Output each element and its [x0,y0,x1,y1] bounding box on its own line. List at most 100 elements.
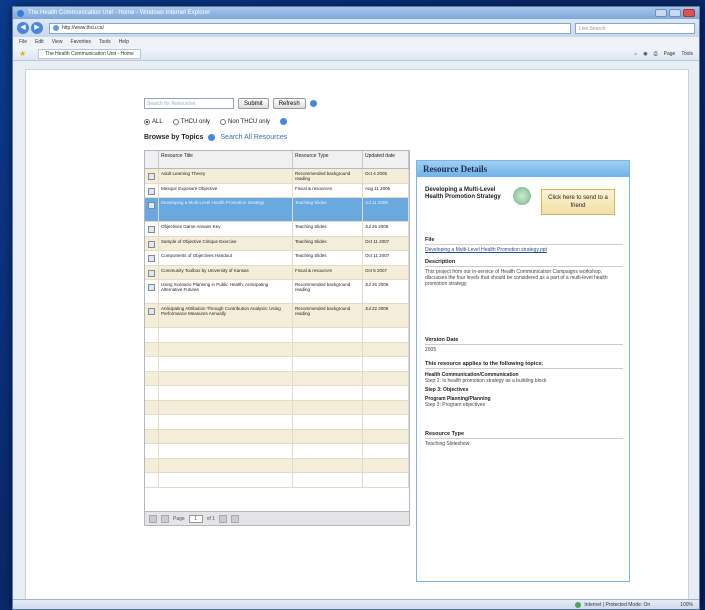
zoom-level[interactable]: 100% [680,602,693,608]
empty-cell [363,415,409,429]
column-header-type[interactable]: Resource Type [293,151,363,168]
live-search-input[interactable]: Live Search [575,22,695,34]
column-header-title[interactable]: Resource Title [159,151,293,168]
row-type: Teaching Slides [293,198,363,221]
empty-cell [293,444,363,458]
page-number-input[interactable]: 1 [188,514,203,523]
grid-header: Resource Title Resource Type Updated dat… [145,151,409,169]
row-title: Adult Learning Theory [159,169,293,183]
page-label: Page [173,515,185,522]
document-icon [148,173,155,180]
empty-cell [293,328,363,342]
browse-topics-link[interactable]: Browse by Topics [144,134,203,141]
version-value: 2005 [425,347,437,353]
radio-non-thcu[interactable]: Non THCU only [220,118,270,125]
page-menu-button[interactable]: Page [664,51,676,57]
menu-file[interactable]: File [19,39,27,45]
feeds-icon[interactable]: ◉ [643,51,647,57]
menu-help[interactable]: Help [119,39,129,45]
menu-favorites[interactable]: Favorites [70,39,91,45]
maximize-button[interactable] [669,9,681,17]
help-icon[interactable] [309,100,317,107]
next-page-icon[interactable] [219,514,228,523]
first-page-icon[interactable] [149,514,157,523]
pager: Page 1 of 1 [145,511,409,525]
page-content: Search for Resources Submit Refresh ALL … [25,69,689,603]
submit-button[interactable]: Submit [238,98,269,109]
table-row[interactable]: Developing a Multi-Level Health Promotio… [145,198,409,222]
empty-cell [145,429,159,443]
menu-bar: File Edit View Favorites Tools Help [13,37,699,47]
file-link[interactable]: Developing a Multi-Level Health Promotio… [425,247,623,253]
prev-page-icon[interactable] [161,514,169,523]
table-row[interactable]: Adult Learning Theory Recommended backgro… [145,169,409,184]
back-icon[interactable]: ◀ [17,22,29,34]
row-date: Oct 5 2007 [363,265,409,279]
forward-icon[interactable]: ▶ [31,22,43,34]
empty-row [145,342,409,357]
window-title: The Health Communication Unit - Home - W… [28,10,211,16]
topics-list: Health Communication/Communication Step 2… [425,372,623,408]
browse-help-icon[interactable] [208,134,216,141]
empty-cell [293,458,363,472]
favorites-bar: ★ The Health Communication Unit - Home ⌂… [13,47,699,61]
row-date: Jul 22 2006 [363,304,409,327]
row-title: Mesquir Exposure Objective [159,183,293,197]
row-title: Objectives Game Answer Key [159,222,293,236]
empty-cell [145,371,159,385]
home-icon[interactable]: ⌂ [634,51,637,57]
empty-row [145,357,409,372]
row-type: Fiscal & resources [293,265,363,279]
last-page-icon[interactable] [231,514,240,523]
internet-zone-icon [575,601,582,608]
tools-menu-button[interactable]: Tools [681,51,693,57]
filter-help-icon[interactable] [279,118,287,125]
empty-cell [363,357,409,371]
topics-label: This resource applies to the following t… [425,361,623,369]
minimize-button[interactable] [655,9,667,17]
empty-cell [293,429,363,443]
table-row[interactable]: Anticipating Attribution Through Contrib… [145,304,409,328]
radio-non-thcu-label: Non THCU only [228,118,270,125]
empty-cell [159,473,293,487]
table-row[interactable]: Sample of Objective Critique Exercise Tea… [145,236,409,251]
radio-all[interactable]: ALL [144,118,163,125]
file-label: File [425,237,623,245]
empty-row [145,371,409,386]
description-section: Description This project from our in-ser… [425,259,623,287]
menu-view[interactable]: View [52,39,63,45]
table-row[interactable]: Objectives Game Answer Key Teaching Slide… [145,222,409,237]
resource-search-input[interactable]: Search for Resources [144,98,234,109]
search-all-link[interactable]: Search All Resources [220,134,287,141]
row-date: Oct 11 2007 [363,251,409,265]
favorites-star-icon[interactable]: ★ [19,49,26,58]
row-icon-cell [145,222,159,236]
menu-tools[interactable]: Tools [99,39,111,45]
empty-cell [145,473,159,487]
table-row[interactable]: Components of Objectives Handout Teaching… [145,251,409,266]
radio-non-thcu-dot [220,118,227,125]
browse-row: Browse by Topics Search All Resources [144,134,287,141]
refresh-button[interactable]: Refresh [272,98,306,109]
status-bar: Internet | Protected Mode: On 100% [13,599,699,609]
print-icon[interactable]: ⎙ [654,51,658,57]
table-row[interactable]: Mesquir Exposure Objective Fiscal & resou… [145,183,409,198]
column-header-date[interactable]: Updated date [363,151,409,168]
details-header: Resource Details [417,161,629,177]
browser-tab[interactable]: The Health Communication Unit - Home [38,48,141,59]
table-row[interactable]: Using Scenario Planning in Public Health… [145,280,409,304]
send-to-friend-button[interactable]: Click here to send to a friend [541,189,615,215]
close-button[interactable] [683,9,695,17]
row-date: Aug 11 2006 [363,183,409,197]
search-row: Search for Resources Submit Refresh [144,98,317,109]
radio-thcu[interactable]: THCU only [172,118,210,125]
empty-cell [363,429,409,443]
empty-row [145,328,409,343]
row-date: Jul 26 2006 [363,222,409,236]
empty-cell [363,473,409,487]
menu-edit[interactable]: Edit [35,39,44,45]
empty-cell [159,371,293,385]
address-input[interactable]: http://www.thcu.ca/ [49,22,571,34]
empty-cell [363,400,409,414]
table-row[interactable]: Community Toolbox by University of Kansa… [145,265,409,280]
